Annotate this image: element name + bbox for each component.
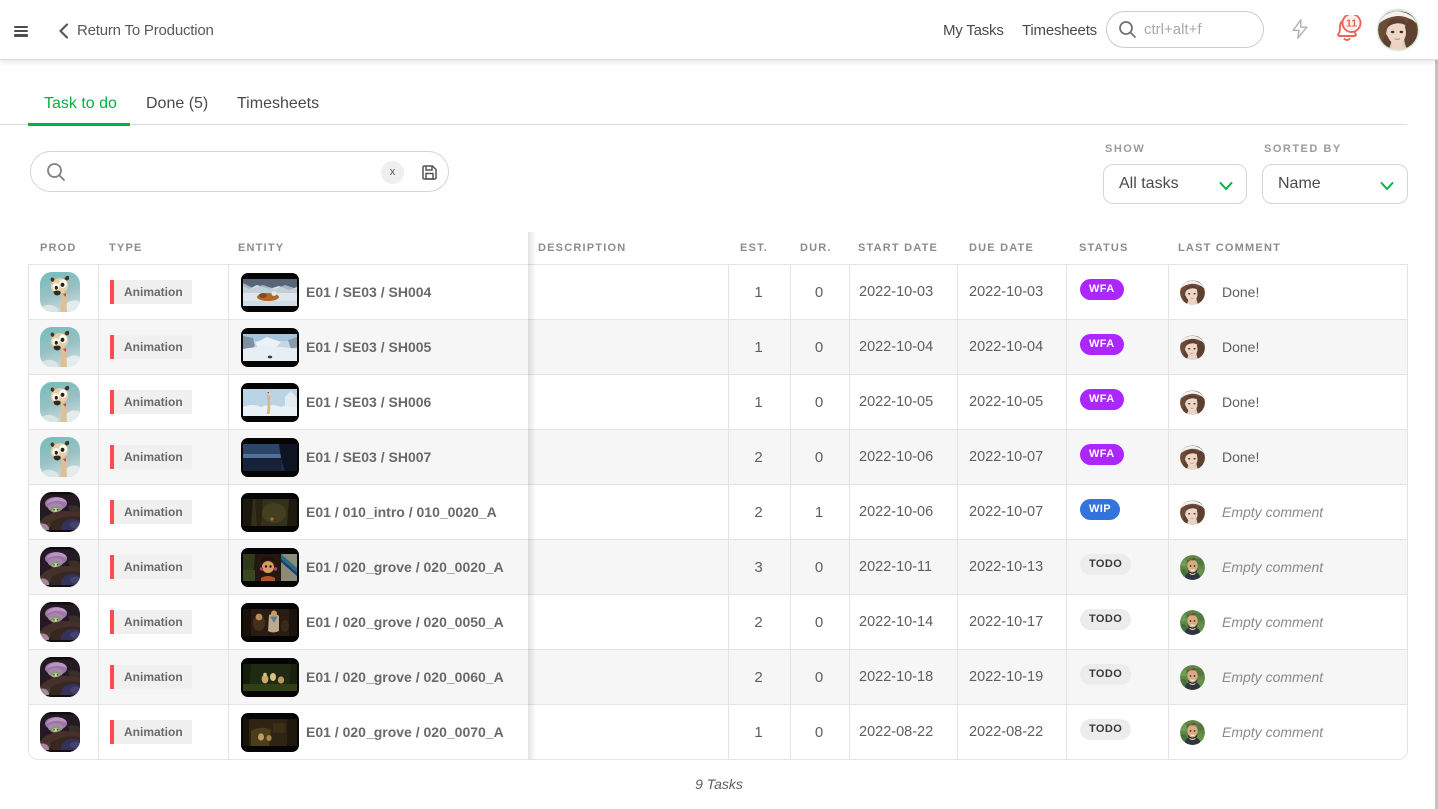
svg-text:11: 11 — [1346, 18, 1357, 30]
